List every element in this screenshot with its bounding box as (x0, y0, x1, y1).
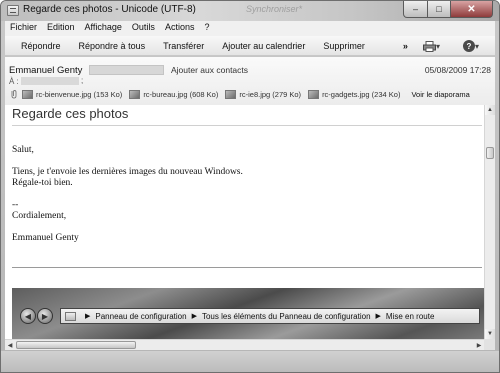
explorer-address-bar: ▶ Panneau de configuration ▶ Tous les él… (60, 308, 480, 324)
background-window-title: Synchroniser* (246, 4, 303, 14)
attachment-item[interactable]: rc-bureau.jpg (608 Ko) (129, 89, 219, 99)
vertical-scrollbar[interactable]: ▲ ▼ (484, 105, 495, 339)
scrollbar-corner (484, 339, 495, 350)
attachment-item[interactable]: rc-bienvenue.jpg (153 Ko) (22, 89, 123, 99)
delete-button[interactable]: Supprimer (314, 41, 374, 51)
more-commands-button[interactable]: » (394, 41, 417, 51)
horizontal-scrollbar[interactable]: ◀ ▶ (5, 339, 484, 350)
image-file-icon (225, 89, 237, 99)
scroll-down-arrow-icon[interactable]: ▼ (485, 329, 495, 339)
print-icon (423, 40, 436, 52)
scroll-up-arrow-icon[interactable]: ▲ (485, 105, 495, 115)
attachment-label: rc-gadgets.jpg (234 Ko) (322, 89, 401, 99)
menu-help[interactable]: ? (199, 21, 214, 36)
add-to-contacts-link[interactable]: Ajouter aux contacts (171, 65, 248, 75)
attachment-label: rc-bienvenue.jpg (153 Ko) (36, 89, 123, 99)
folder-icon (65, 311, 76, 321)
reply-all-button[interactable]: Répondre à tous (70, 41, 155, 51)
add-to-calendar-button[interactable]: Ajouter au calendrier (213, 41, 314, 51)
menu-bar: Fichier Edition Affichage Outils Actions… (5, 21, 495, 36)
menu-actions[interactable]: Actions (160, 21, 200, 36)
view-slideshow-link[interactable]: Voir le diaporama (411, 90, 469, 99)
window-title: Regarde ces photos - Unicode (UTF-8) (23, 4, 196, 15)
sender-name[interactable]: Emmanuel Genty (9, 65, 82, 76)
menu-outils[interactable]: Outils (127, 21, 160, 36)
horizontal-rule (12, 267, 482, 268)
image-file-icon (308, 89, 320, 99)
attachment-item[interactable]: rc-ie8.jpg (279 Ko) (225, 89, 302, 99)
message-line: Cordialement, (12, 211, 67, 221)
scroll-left-arrow-icon[interactable]: ◀ (5, 340, 15, 350)
close-button[interactable]: ✕ (451, 1, 493, 18)
recipient-separator: ; (81, 76, 84, 85)
toolbar-right: ▾ ? ▾ (423, 39, 485, 53)
menu-affichage[interactable]: Affichage (80, 21, 127, 36)
maximize-button[interactable]: □ (428, 1, 451, 18)
image-file-icon (129, 89, 141, 99)
message-line: Tiens, je t'envoie les dernières images … (12, 167, 243, 177)
recipient-redacted (21, 77, 79, 85)
help-menu-button[interactable]: ? ▾ (463, 39, 485, 53)
title-bar[interactable]: Regarde ces photos - Unicode (UTF-8) Syn… (1, 1, 499, 21)
breadcrumb-item: Tous les éléments du Panneau de configur… (201, 311, 371, 321)
to-label: À : (9, 77, 19, 86)
breadcrumb-item: Panneau de configuration (95, 311, 187, 321)
help-icon: ? (463, 40, 475, 52)
menu-fichier[interactable]: Fichier (5, 21, 42, 36)
message-text: Salut, Tiens, je t'envoie les dernières … (12, 145, 243, 244)
mail-window: Regarde ces photos - Unicode (UTF-8) Syn… (0, 0, 500, 373)
message-subject: Regarde ces photos (12, 106, 129, 121)
forward-arrow-icon: ▶ (37, 308, 53, 324)
print-menu-button[interactable]: ▾ (423, 39, 445, 53)
window-bottom-frame (1, 351, 499, 372)
reply-button[interactable]: Répondre (5, 41, 70, 51)
message-header: Emmanuel Genty Ajouter aux contacts 05/0… (5, 57, 495, 105)
message-line: Régale-toi bien. (12, 178, 73, 188)
breadcrumb-separator-icon: ▶ (375, 313, 381, 320)
sender-address-redacted (89, 65, 164, 75)
vertical-scroll-thumb[interactable] (486, 147, 494, 159)
breadcrumb-separator-icon: ▶ (191, 313, 197, 320)
attachment-label: rc-ie8.jpg (279 Ko) (239, 89, 302, 99)
message-line: Emmanuel Genty (12, 233, 79, 243)
paperclip-icon (11, 90, 17, 99)
attachment-item[interactable]: rc-gadgets.jpg (234 Ko) (308, 89, 401, 99)
minimize-button[interactable]: – (403, 1, 428, 18)
message-line: Salut, (12, 145, 34, 155)
toolbar: Répondre Répondre à tous Transférer Ajou… (5, 36, 495, 56)
subject-divider (12, 125, 482, 126)
horizontal-scroll-thumb[interactable] (16, 341, 136, 349)
mail-app-icon (7, 5, 19, 16)
image-file-icon (22, 89, 33, 99)
explorer-nav-buttons: ◀ ▶ (20, 308, 53, 324)
message-body[interactable]: Regarde ces photos Salut, Tiens, je t'en… (5, 105, 484, 339)
chevron-down-icon: ▾ (436, 41, 441, 51)
message-line: -- (12, 200, 19, 210)
chevron-down-icon: ▾ (475, 41, 480, 51)
embedded-screenshot-image: ◀ ▶ ▶ Panneau de configuration ▶ Tous le… (12, 288, 484, 339)
breadcrumb-separator-icon: ▶ (85, 313, 91, 320)
received-date: 05/08/2009 17:28 (424, 65, 491, 75)
window-controls: – □ ✕ (403, 1, 493, 18)
attachment-label: rc-bureau.jpg (608 Ko) (143, 89, 219, 99)
forward-button[interactable]: Transférer (154, 41, 213, 51)
scroll-right-arrow-icon[interactable]: ▶ (474, 340, 484, 350)
back-arrow-icon: ◀ (20, 308, 36, 324)
menu-edition[interactable]: Edition (42, 21, 80, 36)
attachment-list: rc-bienvenue.jpg (153 Ko) rc-bureau.jpg … (5, 89, 470, 99)
breadcrumb-item: Mise en route (385, 311, 435, 321)
